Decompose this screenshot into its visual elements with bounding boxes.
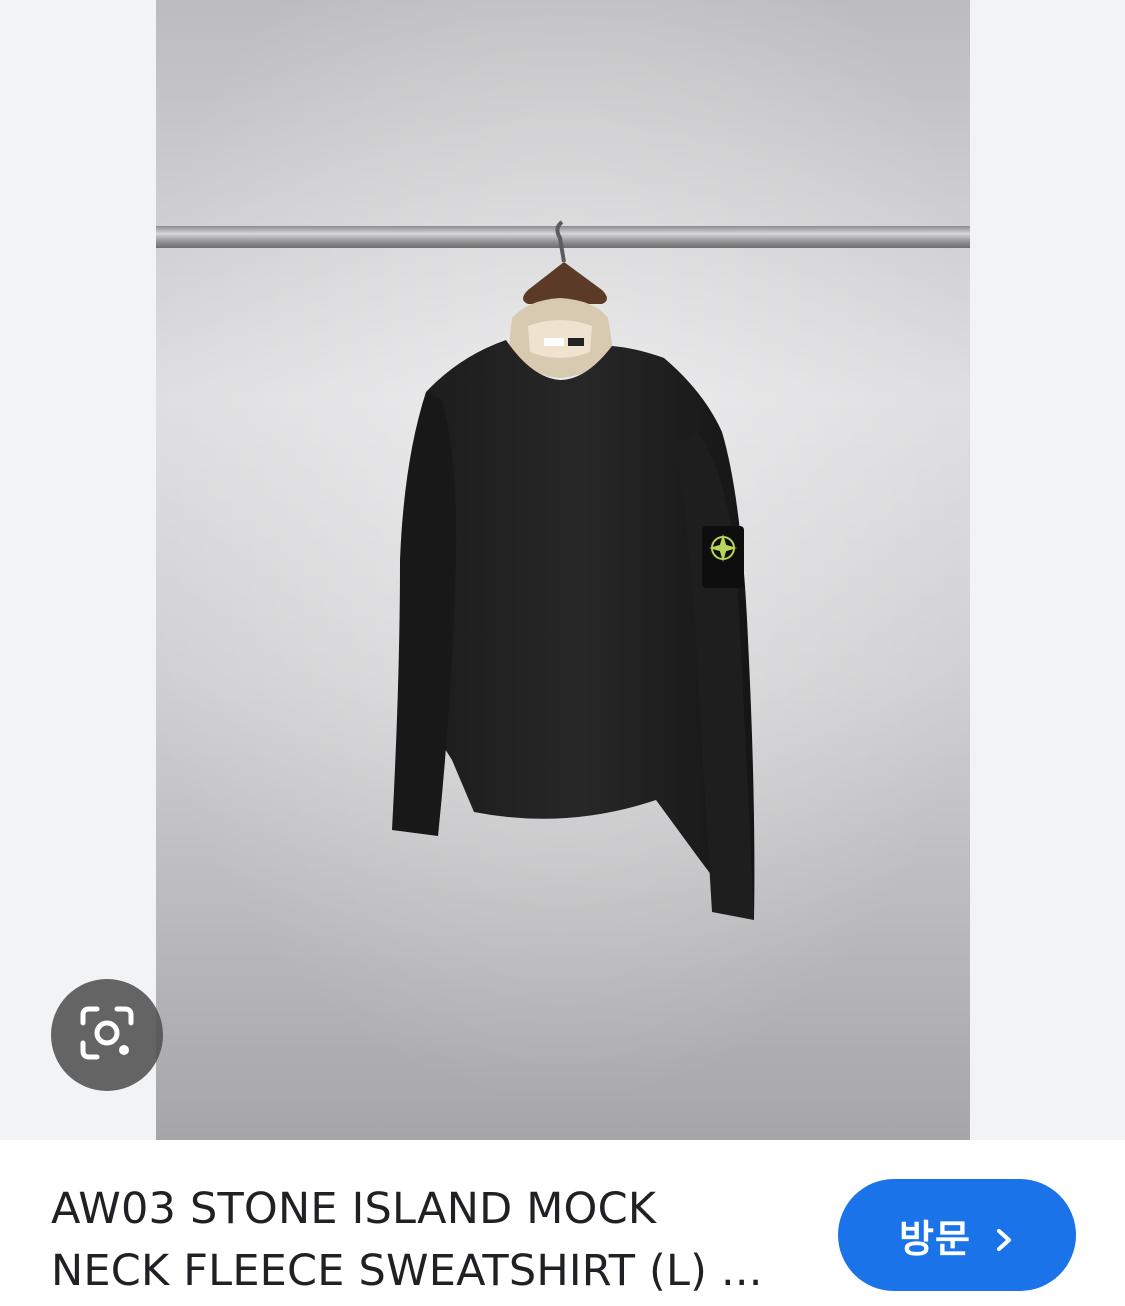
google-lens-icon	[77, 1003, 137, 1067]
result-title[interactable]: AW03 STONE ISLAND MOCK NECK FLEECE SWEAT…	[51, 1178, 791, 1302]
visit-button-label: 방문	[899, 1216, 971, 1261]
image-preview-area	[0, 0, 1125, 1140]
result-title-line2: NECK FLEECE SWEATSHIRT (L) ...	[51, 1246, 763, 1296]
visit-button[interactable]: 방문	[838, 1179, 1076, 1291]
chevron-right-icon	[993, 1220, 1015, 1251]
image-result-page: AW03 STONE ISLAND MOCK NECK FLEECE SWEAT…	[0, 0, 1125, 1306]
lens-search-button[interactable]	[51, 979, 163, 1091]
product-photo[interactable]	[156, 0, 970, 1140]
result-title-line1: AW03 STONE ISLAND MOCK	[51, 1184, 657, 1234]
result-info-bar: AW03 STONE ISLAND MOCK NECK FLEECE SWEAT…	[0, 1140, 1125, 1306]
